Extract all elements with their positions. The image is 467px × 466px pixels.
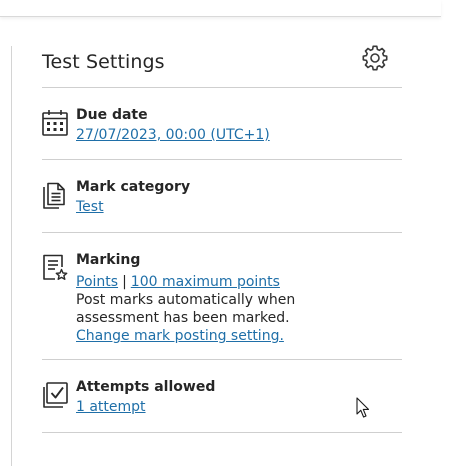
setting-marking: Marking Points | 100 maximum points Post m… [42,233,402,360]
test-settings-panel: Test Settings Due date 27/07/2023, 00:00… [42,40,402,433]
left-divider [11,46,12,466]
top-bar [0,0,441,17]
attempts-link[interactable]: 1 attempt [76,398,402,416]
setting-mark-category: Mark category Test [42,160,402,233]
setting-due-date: Due date 27/07/2023, 00:00 (UTC+1) [42,88,402,160]
marking-label: Marking [76,252,141,268]
separator: | [122,274,127,290]
max-points-link[interactable]: 100 maximum points [131,274,280,290]
panel-header: Test Settings [42,40,402,88]
calendar-icon [42,109,68,139]
marking-list-icon [42,254,68,284]
points-link[interactable]: Points [76,274,118,290]
gear-icon [362,45,388,71]
attempts-label: Attempts allowed [76,379,216,395]
change-mark-posting-link[interactable]: Change mark posting setting. [76,327,402,345]
due-date-label: Due date [76,107,148,123]
document-icon [42,182,68,212]
panel-title: Test Settings [42,51,165,73]
mark-category-link[interactable]: Test [76,198,402,216]
setting-attempts: Attempts allowed 1 attempt [42,360,402,433]
checkbox-attempts-icon [42,381,68,411]
settings-button[interactable] [362,45,388,71]
due-date-link[interactable]: 27/07/2023, 00:00 (UTC+1) [76,126,402,144]
marking-description: Post marks automatically when assessment… [76,292,296,326]
mouse-cursor-icon [356,397,370,418]
mark-category-label: Mark category [76,179,191,195]
